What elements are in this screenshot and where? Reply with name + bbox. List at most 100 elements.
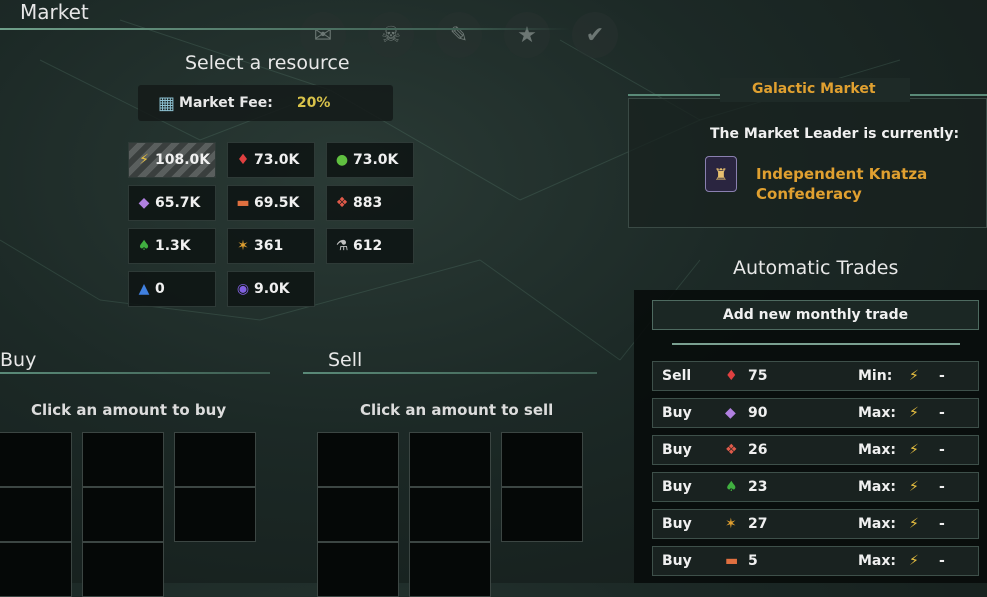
trade-limit-value: - [939,516,945,532]
trade-amount: 27 [748,516,768,532]
sell-amount-box[interactable] [317,487,399,542]
resource-amount: 73.0K [254,152,300,168]
rare-crystals-icon: ✶ [725,516,737,532]
resource-tile[interactable]: ⚗ 612 [326,228,414,264]
trade-type: Sell [662,368,692,384]
buy-amount-box[interactable] [174,432,256,487]
trade-limit-label: Max: [858,553,897,569]
buy-amount-box[interactable] [82,432,164,487]
trade-type: Buy [662,516,692,532]
energy-icon[interactable]: ⚡ [909,479,919,495]
sell-amount-box[interactable] [501,432,583,487]
market-leader-label: The Market Leader is currently: [710,126,960,142]
trade-limit-label: Max: [858,479,897,495]
trade-row[interactable]: Buy ◆ 90 Max: ⚡ - [652,398,979,428]
alloys-icon: ◆ [138,195,150,211]
energy-icon[interactable]: ⚡ [909,516,919,532]
trade-row[interactable]: Buy ❖ 26 Max: ⚡ - [652,435,979,465]
star-icon[interactable]: ★ [504,12,550,58]
sell-amount-box[interactable] [409,487,491,542]
planet-check-icon[interactable]: ✔ [572,12,618,58]
empire-emblem-icon: ♜ [705,156,737,192]
trade-amount: 23 [748,479,768,495]
buy-amount-box[interactable] [82,542,164,597]
resource-tile[interactable]: ◆ 65.7K [128,185,216,221]
energy-icon[interactable]: ⚡ [909,368,919,384]
energy-icon[interactable]: ⚡ [909,405,919,421]
rare-crystals-icon: ✶ [237,238,249,254]
zro-icon: ⚗ [335,238,349,254]
resource-amount: 1.3K [155,238,191,254]
sell-amount-box[interactable] [317,542,399,597]
add-monthly-trade-button[interactable]: Add new monthly trade [652,300,979,330]
resource-tile[interactable]: ● 73.0K [326,142,414,178]
resource-tile[interactable]: ♦ 73.0K [227,142,315,178]
resource-amount: 69.5K [254,195,300,211]
resource-grid: ⚡ 108.0K ♦ 73.0K ● 73.0K ◆ 65.7K ▬ 69.5K ❖ 883 ♠ 1.3K… [128,142,418,307]
volatile-motes-icon: ♠ [137,238,151,254]
trade-limit-value: - [939,368,945,384]
market-leader-name[interactable]: Independent Knatza Confederacy [756,164,927,204]
market-leader-name-line1: Independent Knatza [756,165,928,183]
sell-title: Sell [328,349,363,371]
resource-tile[interactable]: ⚡ 108.0K [128,142,216,178]
resource-tile[interactable]: ◉ 9.0K [227,271,315,307]
buy-hint: Click an amount to buy [31,401,227,419]
market-fee-label: Market Fee: [179,95,273,111]
resource-tile[interactable]: ♠ 1.3K [128,228,216,264]
buy-amount-box[interactable] [82,487,164,542]
resource-amount: 108.0K [155,152,211,168]
energy-icon: ⚡ [139,152,149,168]
market-fee-box: ▦ Market Fee: 20% [138,85,393,121]
sell-amount-box[interactable] [317,432,399,487]
window-title: Market [20,0,89,24]
resource-amount: 883 [353,195,383,211]
trade-amount: 75 [748,368,768,384]
automatic-trades-divider [672,343,960,345]
trade-row[interactable]: Buy ♠ 23 Max: ⚡ - [652,472,979,502]
trade-row[interactable]: Sell ♦ 75 Min: ⚡ - [652,361,979,391]
sell-amount-box[interactable] [501,487,583,542]
energy-icon[interactable]: ⚡ [909,442,919,458]
trade-amount: 26 [748,442,768,458]
market-fee-icon: ▦ [158,92,176,114]
resource-tile[interactable]: ▲ 0 [128,271,216,307]
trade-type: Buy [662,442,692,458]
trade-type: Buy [662,479,692,495]
trade-limit-value: - [939,442,945,458]
living-metal-icon: ▲ [138,281,150,297]
buy-amount-box[interactable] [0,487,72,542]
trade-limit-label: Min: [858,368,893,384]
buy-amount-box[interactable] [174,487,256,542]
automatic-trades-title: Automatic Trades [733,257,899,279]
trade-row[interactable]: Buy ▬ 5 Max: ⚡ - [652,546,979,576]
sell-divider [303,372,597,374]
trade-limit-value: - [939,405,945,421]
volatile-motes-icon: ♠ [725,479,738,495]
galactic-market-panel [628,98,987,228]
resource-amount: 361 [254,238,284,254]
resource-tile[interactable]: ▬ 69.5K [227,185,315,221]
trade-row[interactable]: Buy ✶ 27 Max: ⚡ - [652,509,979,539]
select-resource-heading: Select a resource [185,52,350,74]
sell-amount-box[interactable] [409,432,491,487]
resource-tile[interactable]: ✶ 361 [227,228,315,264]
consumer-goods-icon: ▬ [725,553,739,569]
sell-amount-box[interactable] [409,542,491,597]
alloys-icon: ◆ [725,405,736,421]
skull-icon[interactable]: ☠ [368,12,414,58]
buy-amount-box[interactable] [0,432,72,487]
edict-icon[interactable]: ✎ [436,12,482,58]
trade-type: Buy [662,553,692,569]
market-leader-name-line2: Confederacy [756,185,862,203]
title-divider [0,28,570,30]
exotic-gases-icon: ❖ [725,442,738,458]
resource-amount: 612 [353,238,383,254]
buy-title: Buy [0,349,37,371]
dark-matter-icon: ◉ [236,281,250,297]
consumer-goods-icon: ▬ [236,195,250,211]
galactic-market-title: Galactic Market [752,81,876,97]
resource-tile[interactable]: ❖ 883 [326,185,414,221]
energy-icon[interactable]: ⚡ [909,553,919,569]
buy-amount-box[interactable] [0,542,72,597]
